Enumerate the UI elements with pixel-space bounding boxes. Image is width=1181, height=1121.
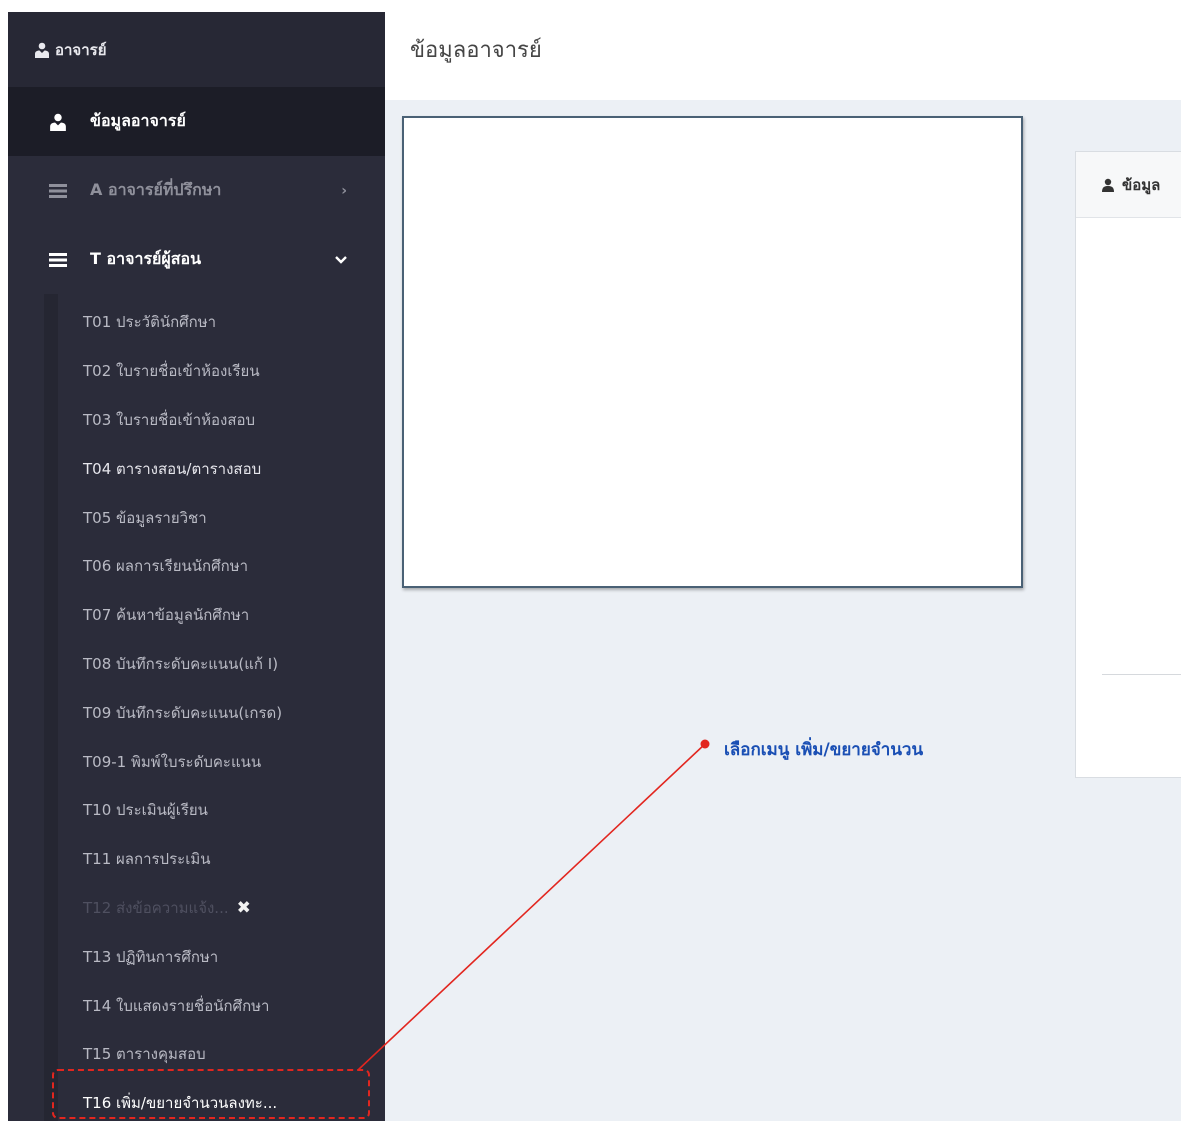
page: ข้อมูลอาจารย์ ข้อมูล อาจารย์ ข้อมูลอาจาร…: [0, 0, 1181, 1121]
callout-connector: [357, 739, 710, 1071]
callout-label: เลือกเมนู เพิ่ม/ขยายจำนวน: [724, 740, 924, 760]
